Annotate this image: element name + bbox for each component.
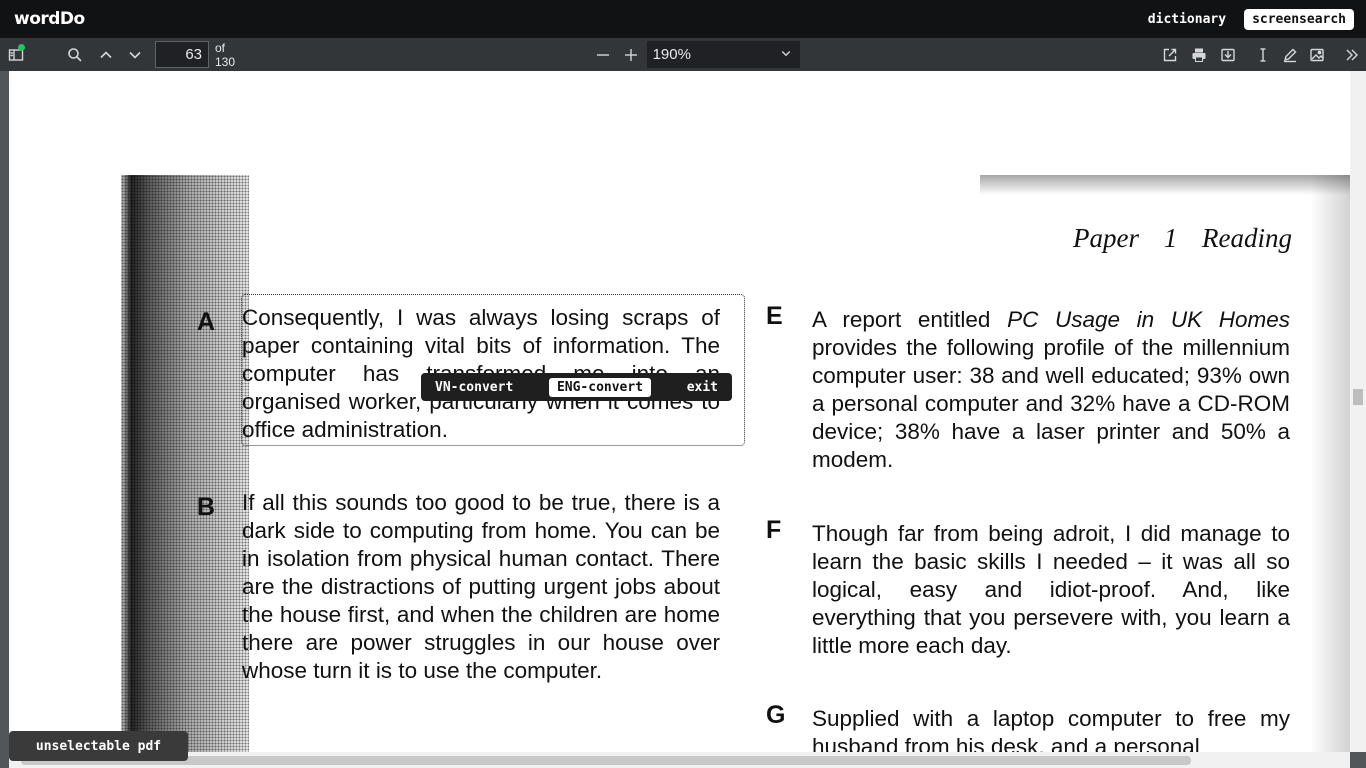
horizontal-scroll-thumb[interactable] [21,756,1191,765]
print-icon[interactable] [1185,41,1212,69]
previous-page-icon[interactable] [92,41,119,69]
screensearch-button[interactable]: screensearch [1244,8,1354,30]
open-external-icon[interactable] [1156,41,1183,69]
selection-box[interactable] [241,294,745,446]
exit-button[interactable]: exit [679,378,726,397]
page-header: Paper 1 Reading [1073,223,1292,253]
section-letter-a: A [197,308,216,336]
paragraph-e-text-start: A report entitled [812,307,1008,332]
eng-convert-button[interactable]: ENG-convert [548,377,652,397]
notification-dot [18,43,26,51]
image-icon[interactable] [1304,41,1331,69]
status-badge: unselectable pdf [9,731,188,761]
chevron-down-icon [780,41,792,68]
paragraph-e-title: PC Usage in UK Homes [1007,307,1290,332]
app-bar-actions: dictionary screensearch [1142,8,1354,31]
section-letter-f: F [766,516,782,544]
app-bar: wordDo dictionary screensearch [0,0,1366,38]
paragraph-b: If all this sounds too good to be true, … [242,490,720,683]
page-number-input[interactable]: 63 [154,41,209,68]
zoom-out-icon[interactable] [589,41,616,69]
scanned-page: Paper 1 Reading A Consequently, I was al… [121,175,1350,768]
section-letter-b: B [197,493,216,521]
convert-toolbar: VN-convert ENG-convert exit [421,373,732,401]
app-logo: wordDo [14,9,85,29]
dictionary-button[interactable]: dictionary [1142,8,1232,31]
search-icon[interactable] [61,41,88,69]
paragraph-e: A report entitled PC Usage in UK Homes p… [812,306,1290,474]
paragraph-e-text-end: provides the following profile of the mi… [812,335,1290,472]
horizontal-scrollbar[interactable] [9,752,1350,768]
zoom-in-icon[interactable] [617,41,644,69]
vertical-scroll-thumb[interactable] [1353,389,1363,405]
text-select-icon[interactable] [1249,41,1276,69]
paragraph-f: Though far from being adroit, I did mana… [812,521,1290,658]
sidebar-toggle-icon[interactable] [2,41,29,69]
more-tools-icon[interactable] [1339,41,1366,69]
page-edge-shadow [980,175,1350,195]
page-right-shadow [1310,175,1350,768]
pdf-page: Paper 1 Reading A Consequently, I was al… [9,71,1350,768]
page-total: of 130 [215,40,236,69]
vn-convert-button[interactable]: VN-convert [427,378,521,397]
pen-icon[interactable] [1277,41,1304,69]
pdf-viewport[interactable]: Paper 1 Reading A Consequently, I was al… [0,71,1366,768]
zoom-value: 190% [652,46,691,63]
section-letter-e: E [766,302,783,330]
pdf-toolbar: 63 of 130 190% [0,38,1366,71]
zoom-select[interactable]: 190% [646,41,801,68]
section-letter-g: G [766,701,786,729]
vertical-scrollbar[interactable] [1350,71,1366,752]
next-page-icon[interactable] [121,41,148,69]
book-spine-shadow [121,175,249,768]
download-icon[interactable] [1214,41,1241,69]
